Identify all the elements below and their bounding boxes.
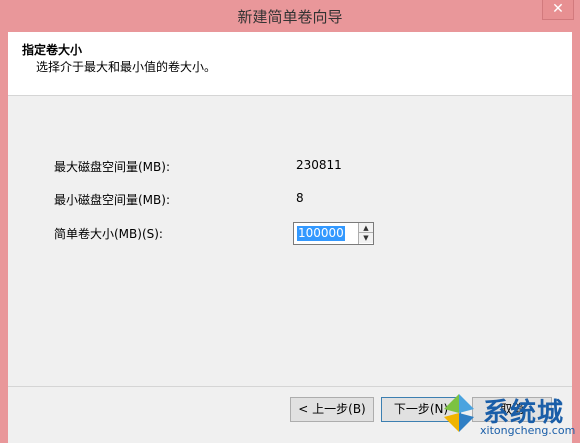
window-title: 新建简单卷向导 xyxy=(237,8,343,26)
header-title: 指定卷大小 xyxy=(22,43,83,57)
wizard-header: 指定卷大小 选择介于最大和最小值的卷大小。 xyxy=(8,32,572,96)
min-space-value: 8 xyxy=(296,191,304,205)
close-icon: ✕ xyxy=(552,1,564,17)
volume-size-label: 简单卷大小(MB)(S): xyxy=(54,227,163,241)
volume-size-stepper[interactable]: 100000 ▲ ▼ xyxy=(293,222,374,245)
watermark-url: xitongcheng.com xyxy=(480,424,576,437)
chevron-down-icon: ▼ xyxy=(363,234,369,242)
close-button[interactable]: ✕ xyxy=(542,0,574,20)
spin-buttons: ▲ ▼ xyxy=(358,223,373,244)
wizard-window: 指定卷大小 选择介于最大和最小值的卷大小。 最大磁盘空间量(MB): 23081… xyxy=(8,32,572,443)
max-space-value: 230811 xyxy=(296,158,342,172)
volume-size-input[interactable]: 100000 xyxy=(297,226,345,241)
watermark: 系统城 xitongcheng.com xyxy=(408,386,580,443)
max-space-label: 最大磁盘空间量(MB): xyxy=(54,160,170,174)
title-bar: 新建简单卷向导 ✕ xyxy=(0,0,580,32)
header-subtitle: 选择介于最大和最小值的卷大小。 xyxy=(36,60,217,74)
chevron-up-icon: ▲ xyxy=(363,224,369,232)
spin-down-button[interactable]: ▼ xyxy=(359,233,373,243)
back-button[interactable]: < 上一步(B) xyxy=(290,397,374,422)
watermark-logo-icon xyxy=(444,394,474,432)
min-space-label: 最小磁盘空间量(MB): xyxy=(54,193,170,207)
spin-up-button[interactable]: ▲ xyxy=(359,223,373,233)
